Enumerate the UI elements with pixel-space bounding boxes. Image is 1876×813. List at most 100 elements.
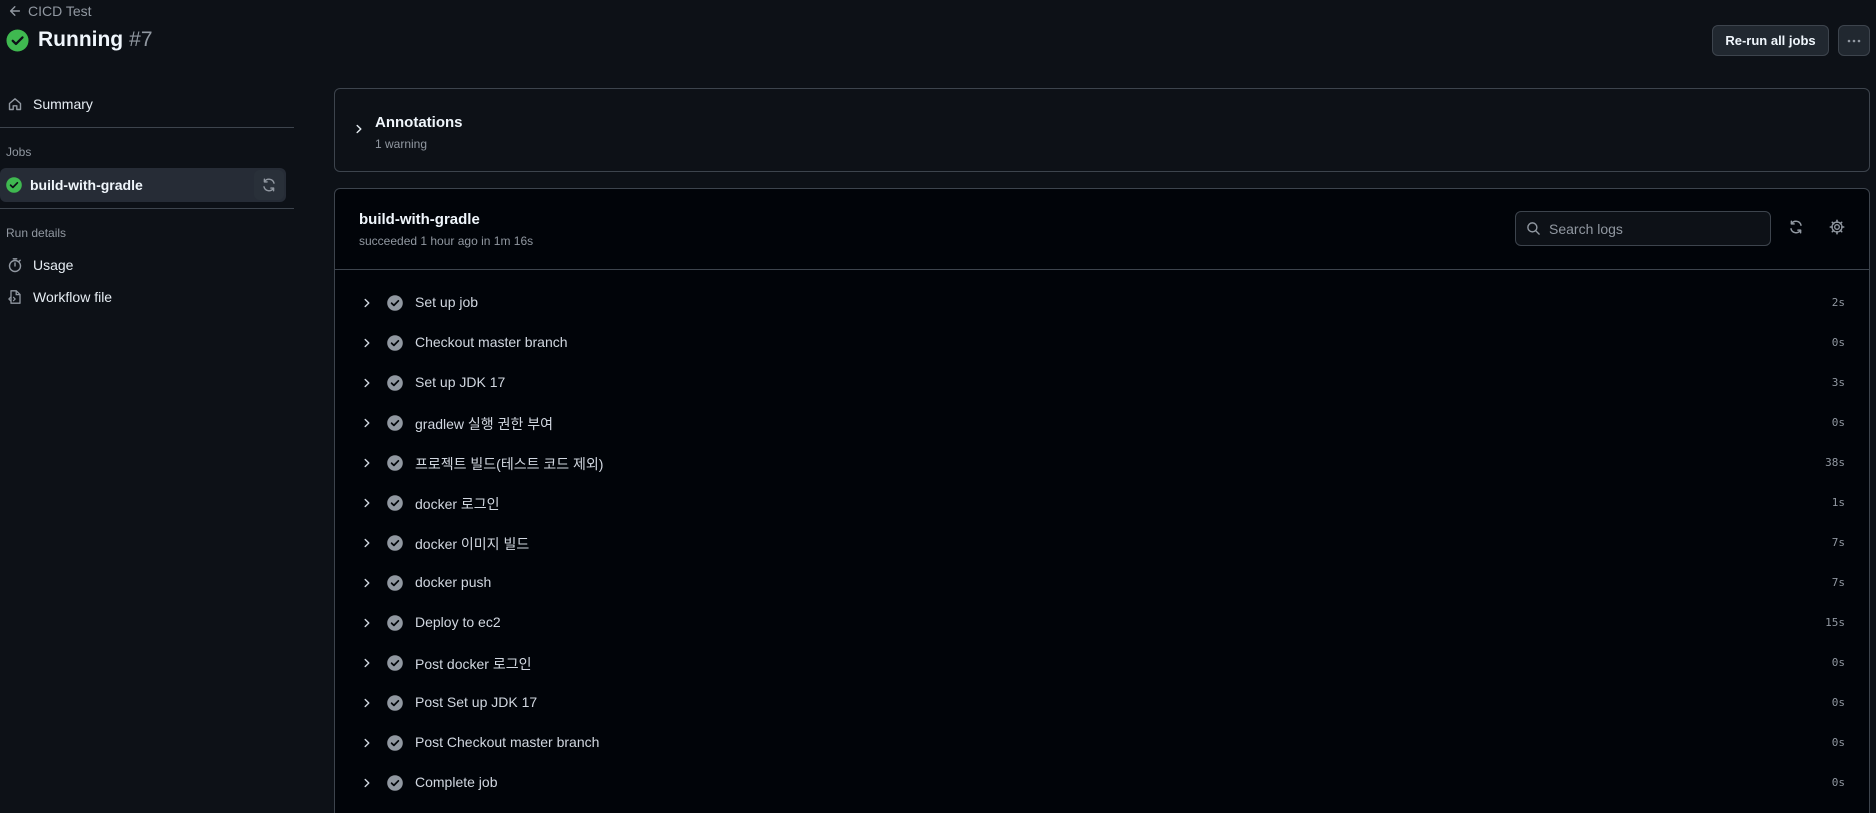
job-step[interactable]: Post Set up JDK 17 0s [335, 683, 1869, 723]
job-step[interactable]: gradlew 실행 권한 부여 0s [335, 403, 1869, 443]
sidebar-item-job[interactable]: build-with-gradle [0, 168, 286, 202]
step-label: docker push [415, 574, 492, 590]
back-link-label[interactable]: CICD Test [28, 3, 92, 19]
step-success-icon [387, 535, 403, 551]
chevron-right-icon [361, 617, 373, 629]
sidebar-item-summary[interactable]: Summary [0, 88, 294, 120]
step-success-icon [387, 575, 403, 591]
run-number: #7 [129, 28, 153, 51]
sidebar-item-label: Workflow file [33, 289, 113, 305]
sidebar-item-label: Usage [33, 257, 74, 273]
step-label: docker 이미지 빌드 [415, 536, 530, 552]
job-header: build-with-gradle succeeded 1 hour ago i… [335, 189, 1869, 270]
chevron-right-icon [361, 377, 373, 389]
success-check-icon [6, 177, 22, 193]
log-settings-button[interactable] [1829, 219, 1845, 235]
chevron-right-icon [361, 537, 373, 549]
chevron-right-icon [361, 577, 373, 589]
step-label: Post docker 로그인 [415, 656, 532, 672]
chevron-right-icon [361, 457, 373, 469]
job-step[interactable]: docker push 7s [335, 563, 1869, 603]
step-label: Set up job [415, 294, 479, 310]
step-success-icon [387, 735, 403, 751]
refresh-logs-button[interactable] [1788, 219, 1804, 235]
chevron-right-icon [361, 737, 373, 749]
run-status: Running [38, 28, 124, 51]
chevron-right-icon [353, 123, 365, 135]
sidebar-item-usage[interactable]: Usage [0, 249, 294, 281]
sidebar-item-label: Summary [33, 96, 93, 112]
step-success-icon [387, 775, 403, 791]
job-subtitle: succeeded 1 hour ago in 1m 16s [359, 234, 534, 248]
job-title: build-with-gradle [359, 211, 480, 228]
step-duration: 0s [1831, 696, 1845, 709]
step-label: 프로젝트 빌드(테스트 코드 제외) [415, 456, 604, 472]
step-duration: 0s [1831, 656, 1845, 669]
home-icon [7, 96, 23, 112]
more-options-button[interactable] [1838, 25, 1870, 56]
step-duration: 15s [1825, 616, 1845, 629]
step-duration: 0s [1831, 776, 1845, 789]
job-step[interactable]: Set up JDK 17 3s [335, 363, 1869, 403]
job-steps-list: Set up job 2s Checkout master branch 0s … [335, 283, 1869, 803]
step-duration: 2s [1831, 296, 1845, 309]
job-log-panel: build-with-gradle succeeded 1 hour ago i… [334, 188, 1870, 813]
step-label: gradlew 실행 권한 부여 [415, 416, 553, 432]
job-step[interactable]: docker 이미지 빌드 7s [335, 523, 1869, 563]
step-duration: 0s [1831, 416, 1845, 429]
sync-icon [261, 177, 277, 193]
run-details-heading: Run details [6, 226, 67, 240]
sidebar-job-label: build-with-gradle [30, 177, 143, 193]
stopwatch-icon [7, 257, 23, 273]
step-success-icon [387, 695, 403, 711]
search-icon [1526, 221, 1541, 236]
step-duration: 0s [1831, 736, 1845, 749]
job-step[interactable]: Checkout master branch 0s [335, 323, 1869, 363]
chevron-right-icon [361, 657, 373, 669]
arrow-left-icon [8, 4, 22, 18]
sidebar-divider [0, 208, 294, 209]
sync-icon [1788, 219, 1804, 235]
step-duration: 7s [1831, 576, 1845, 589]
kebab-horizontal-icon [1846, 33, 1862, 49]
search-logs-input[interactable] [1549, 220, 1749, 237]
step-success-icon [387, 655, 403, 671]
job-step[interactable]: 프로젝트 빌드(테스트 코드 제외) 38s [335, 443, 1869, 483]
rerun-all-jobs-button[interactable]: Re-run all jobs [1712, 25, 1829, 56]
step-label: Checkout master branch [415, 334, 568, 350]
gear-icon [1829, 219, 1845, 235]
step-duration: 3s [1831, 376, 1845, 389]
rerun-job-button[interactable] [254, 170, 284, 200]
annotations-panel[interactable]: Annotations 1 warning [334, 88, 1870, 172]
success-check-icon [6, 28, 29, 52]
job-step[interactable]: docker 로그인 1s [335, 483, 1869, 523]
step-label: Post Checkout master branch [415, 734, 600, 750]
sidebar-item-workflow-file[interactable]: Workflow file [0, 281, 294, 313]
step-duration: 38s [1825, 456, 1845, 469]
step-duration: 0s [1831, 336, 1845, 349]
job-step[interactable]: Complete job 0s [335, 763, 1869, 803]
step-label: Post Set up JDK 17 [415, 694, 538, 710]
step-label: Set up JDK 17 [415, 374, 506, 390]
job-step[interactable]: Post docker 로그인 0s [335, 643, 1869, 683]
page-title: Running #7 [6, 28, 153, 52]
step-success-icon [387, 495, 403, 511]
job-step[interactable]: Deploy to ec2 15s [335, 603, 1869, 643]
step-success-icon [387, 335, 403, 351]
annotations-subtitle: 1 warning [375, 137, 428, 151]
step-success-icon [387, 455, 403, 471]
chevron-right-icon [361, 697, 373, 709]
step-success-icon [387, 615, 403, 631]
job-step[interactable]: Set up job 2s [335, 283, 1869, 323]
step-success-icon [387, 295, 403, 311]
jobs-heading: Jobs [6, 145, 32, 159]
chevron-right-icon [361, 777, 373, 789]
step-duration: 7s [1831, 536, 1845, 549]
step-duration: 1s [1831, 496, 1845, 509]
step-label: Complete job [415, 774, 498, 790]
step-success-icon [387, 375, 403, 391]
back-link[interactable]: CICD Test [8, 3, 92, 19]
sidebar-divider [0, 127, 294, 128]
job-step[interactable]: Post Checkout master branch 0s [335, 723, 1869, 763]
search-logs-field[interactable] [1515, 211, 1771, 246]
